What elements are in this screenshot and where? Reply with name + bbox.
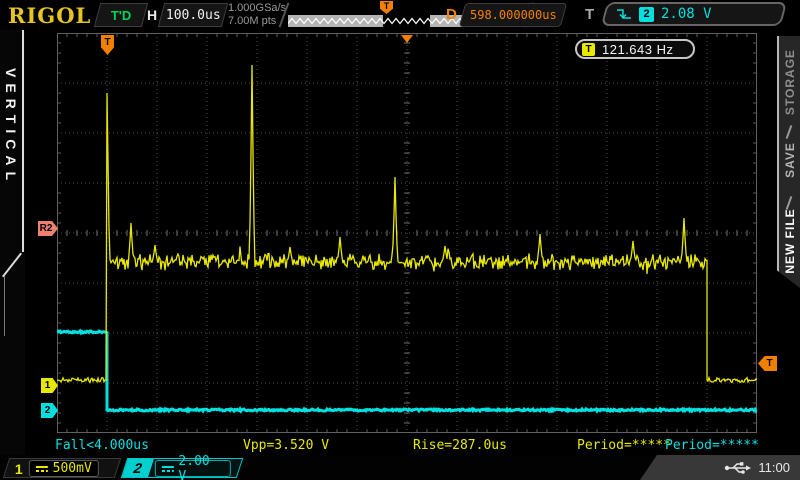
top-status-bar: RIGOL T'D H 100.0us 1.000GSa/s 7.00M pts… (0, 0, 800, 30)
system-status-area: 11:00 (640, 455, 800, 480)
delay-badge[interactable]: 598.000000us (459, 3, 567, 27)
ref2-position-marker[interactable]: R2 (38, 221, 58, 236)
rigol-logo: RIGOL (8, 3, 91, 28)
menu-tab-border (2, 253, 22, 278)
channel1-number: 1 (15, 460, 23, 476)
usb-icon (724, 460, 752, 475)
channel2-number: 2 (131, 460, 144, 476)
channel2-scale: 2.00 V (179, 453, 224, 480)
menu-title-vertical: VERTICAL (3, 68, 19, 186)
trigger-source-badge: 2 (639, 7, 654, 22)
timebase-badge[interactable]: 100.0us (158, 3, 228, 27)
falling-edge-icon (616, 7, 632, 21)
bottom-status-bar: 1 500mV 2 2.00 V (0, 455, 800, 480)
counter-value: 121.643 Hz (602, 42, 674, 57)
trigger-label: T (585, 6, 594, 23)
clock: 11:00 (758, 460, 790, 475)
channel2-number-wrap: 2 (122, 459, 154, 477)
menu-tab-border (4, 276, 5, 336)
ch2-position-marker[interactable]: 2 (41, 403, 58, 418)
frequency-counter: T 121.643 Hz (575, 39, 695, 59)
delay-value: 598.000000us (470, 8, 557, 22)
waveform-display (57, 33, 757, 433)
sample-rate: 1.000GSa/s (228, 2, 286, 15)
counter-trigger-icon: T (582, 43, 595, 56)
center-position-marker[interactable] (401, 35, 413, 43)
horizontal-label: H (147, 7, 157, 23)
menu-tab-border (22, 30, 24, 252)
trigger-status-badge: T'D (94, 3, 148, 27)
channel1-badge[interactable]: 1 500mV (3, 458, 121, 478)
oscilloscope-screen: RIGOL T'D H 100.0us 1.000GSa/s 7.00M pts… (0, 0, 800, 480)
measurement-vpp: Vpp=3.520 V (243, 438, 329, 453)
measurement-rise: Rise=287.0us (413, 438, 507, 453)
right-menu-strip: STORAGE SAVE NEW FILE (758, 30, 800, 455)
softkey-save[interactable]: SAVE (783, 142, 797, 178)
dc-coupling-icon (162, 464, 174, 472)
memory-depth: 7.00M pts (228, 15, 286, 28)
measurement-period2: Period=***** (665, 438, 759, 453)
memory-trigger-marker[interactable]: T (380, 1, 393, 14)
channel1-scale: 500mV (53, 461, 92, 476)
trigger-status-label: T'D (111, 8, 131, 23)
channel2-badge[interactable]: 2 2.00 V (121, 458, 243, 478)
dc-coupling-icon (36, 464, 48, 472)
left-menu-strip: VERTICAL (0, 30, 25, 455)
measurement-fall: Fall<4.000us (55, 438, 149, 453)
trigger-level-value: 2.08 V (661, 6, 712, 22)
delay-label: D (446, 6, 457, 23)
separator (786, 125, 793, 139)
softkey-new-file[interactable]: NEW FILE (783, 208, 797, 273)
softkey-menu: STORAGE SAVE NEW FILE (777, 36, 800, 288)
softkey-storage[interactable]: STORAGE (783, 49, 797, 115)
acquisition-info: 1.000GSa/s 7.00M pts (228, 2, 286, 28)
timebase-value: 100.0us (166, 8, 221, 23)
ch1-position-marker[interactable]: 1 (41, 378, 58, 393)
measurement-period1: Period=***** (577, 438, 671, 453)
trigger-settings-badge[interactable]: 2 2.08 V (601, 2, 787, 26)
